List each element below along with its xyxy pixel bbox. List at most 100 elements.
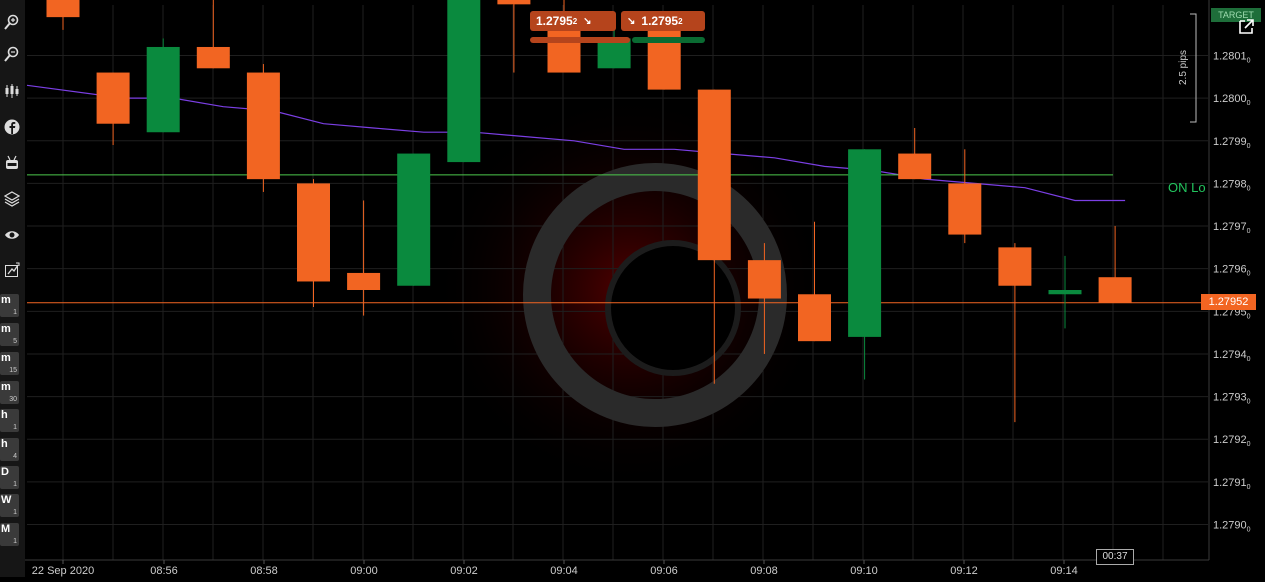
y-tick-sub: 0	[1247, 143, 1251, 150]
candle-body[interactable]	[898, 153, 932, 180]
timeframe-number: 30	[9, 396, 17, 403]
y-tick-sub: 0	[1247, 441, 1251, 448]
timeframe-number: 5	[13, 338, 17, 345]
y-tick-main: 1.2792	[1213, 434, 1247, 446]
x-tick-label: 09:06	[650, 565, 678, 577]
x-tick-label: 22 Sep 2020	[32, 565, 94, 577]
y-tick-label: 1.27970	[1213, 221, 1251, 235]
candle-body[interactable]	[46, 0, 80, 18]
candle-body[interactable]	[96, 72, 130, 124]
sell-price-button[interactable]: 1.2795 2 ↘	[530, 11, 616, 31]
candle-body[interactable]	[246, 72, 280, 180]
zoom-out-button[interactable]	[1, 42, 23, 66]
candles-icon	[5, 84, 19, 98]
y-tick-main: 1.2798	[1213, 178, 1247, 190]
y-tick-sub: 0	[1247, 100, 1251, 107]
left-toolbar: m 1 m 5 m 15 m 30 h 1 h 4 D 1 W 1 M 1	[0, 0, 26, 577]
x-tick-label: 09:12	[950, 565, 978, 577]
candle-body[interactable]	[397, 153, 431, 286]
facebook-button[interactable]	[1, 115, 23, 139]
y-tick-sub: 0	[1247, 484, 1251, 491]
chart-svg[interactable]: 1.280101.280001.279901.279801.279701.279…	[25, 0, 1265, 577]
robot-button[interactable]	[1, 151, 23, 175]
buy-arrow-icon: ↘	[627, 15, 636, 27]
timeframe-m1-button[interactable]: m1	[0, 294, 19, 317]
buy-price-sub: 2	[678, 16, 683, 26]
y-tick-label: 1.27910	[1213, 477, 1251, 491]
y-tick-main: 1.2791	[1213, 477, 1247, 489]
buy-price: 1.2795	[641, 14, 679, 28]
layers-icon	[4, 191, 20, 207]
candle-body[interactable]	[697, 89, 731, 261]
timeframe-number: 1	[13, 424, 17, 431]
timeframe-W1-button[interactable]: W1	[0, 494, 19, 517]
zoom-in-button[interactable]	[1, 10, 23, 34]
candle-body[interactable]	[146, 46, 180, 133]
timeframe-number: 15	[9, 367, 17, 374]
timeframe-number: 1	[13, 481, 17, 488]
timeframe-unit: m	[1, 294, 11, 306]
y-tick-sub: 0	[1247, 527, 1251, 534]
candle-body[interactable]	[798, 294, 831, 342]
draw-tool-button[interactable]	[1, 258, 23, 282]
candle-body[interactable]	[1048, 290, 1082, 295]
x-tick-label: 09:02	[450, 565, 478, 577]
candle-body[interactable]	[347, 272, 381, 290]
robot-icon	[6, 155, 18, 169]
candle-countdown: 00:37	[1096, 549, 1134, 565]
sell-arrow-icon: ↘	[583, 15, 592, 27]
timeframe-D1-button[interactable]: D1	[0, 466, 19, 489]
facebook-icon	[4, 119, 20, 135]
y-tick-label: 1.27930	[1213, 392, 1251, 406]
y-tick-main: 1.2793	[1213, 392, 1247, 404]
y-tick-main: 1.2794	[1213, 349, 1247, 361]
zoom-out-icon	[4, 46, 19, 62]
y-tick-label: 1.27990	[1213, 136, 1251, 150]
y-tick-sub: 0	[1247, 399, 1251, 406]
y-tick-label: 1.27920	[1213, 434, 1251, 448]
current-price-tag: 1.27952	[1201, 294, 1256, 310]
sell-bar	[530, 37, 630, 43]
watermark-logo-inner	[605, 240, 741, 376]
timeframe-unit: m	[1, 323, 11, 335]
chart-area[interactable]: 1.28010 1.28000 1.27990 1.27980 1.27970 1.279…	[25, 0, 1265, 577]
layers-button[interactable]	[1, 187, 23, 211]
y-tick-sub: 0	[1247, 271, 1251, 278]
candle-body[interactable]	[747, 260, 781, 299]
pips-label: 2.5 pips	[1178, 49, 1189, 85]
timeframe-unit: m	[1, 352, 11, 364]
eye-icon	[5, 231, 19, 239]
buy-bar	[632, 37, 705, 43]
zoom-in-icon	[4, 14, 19, 30]
y-tick-main: 1.2790	[1213, 520, 1247, 532]
buy-price-button[interactable]: ↘ 1.2795 2	[621, 11, 705, 31]
timeframe-unit: D	[1, 466, 9, 478]
draw-tool-icon	[5, 262, 20, 277]
timeframe-number: 1	[13, 309, 17, 316]
timeframe-M1-button[interactable]: M1	[0, 523, 19, 546]
y-tick-sub: 0	[1247, 356, 1251, 363]
candles-button[interactable]	[1, 79, 23, 103]
candle-body[interactable]	[1098, 277, 1132, 303]
y-tick-label: 1.27940	[1213, 349, 1251, 363]
candle-body[interactable]	[196, 46, 230, 69]
eye-button[interactable]	[1, 223, 23, 247]
timeframe-h4-button[interactable]: h4	[0, 438, 19, 461]
timeframe-number: 1	[13, 509, 17, 516]
y-tick-main: 1.2799	[1213, 136, 1247, 148]
candle-body[interactable]	[447, 0, 481, 163]
y-tick-sub: 0	[1247, 313, 1251, 320]
timeframe-m15-button[interactable]: m 15	[0, 352, 19, 375]
timeframe-m30-button[interactable]: m 30	[0, 381, 19, 404]
candle-body[interactable]	[848, 149, 882, 337]
candle-body[interactable]	[948, 183, 982, 235]
candle-body[interactable]	[497, 0, 531, 5]
timeframe-number: 1	[13, 538, 17, 545]
timeframe-number: 4	[13, 453, 17, 460]
expand-icon[interactable]	[1236, 17, 1256, 37]
candle-body[interactable]	[998, 247, 1032, 286]
candle-body[interactable]	[297, 183, 330, 282]
timeframe-m5-button[interactable]: m5	[0, 323, 19, 346]
y-tick-main: 1.2796	[1213, 264, 1247, 276]
timeframe-h1-button[interactable]: h1	[0, 409, 19, 432]
